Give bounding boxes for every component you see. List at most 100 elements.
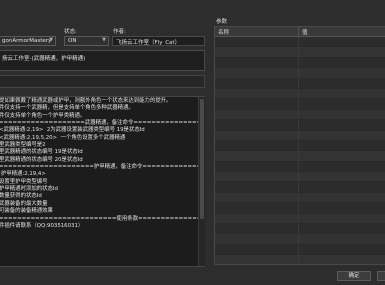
description-value: 扬云工作室-(武器精通，护甲精通) (2, 56, 86, 62)
ok-button[interactable]: 确定 (337, 271, 371, 281)
param-value-cell (299, 172, 385, 181)
params-table-row[interactable] (215, 255, 385, 264)
chevron-down-icon: ▼ (102, 37, 106, 43)
state-value: ON (68, 38, 77, 44)
help-text-line: 可装备的装备精通效果 (0, 208, 53, 215)
params-table[interactable]: 名称 值 (214, 26, 385, 265)
param-value-cell (299, 255, 385, 264)
plugin-name-combo[interactable]: gonArmorMastery ▼ (0, 36, 56, 46)
param-name-cell (215, 68, 299, 78)
params-table-row[interactable] (215, 47, 385, 58)
param-name-cell (215, 192, 299, 203)
help-scrollbar[interactable] (198, 97, 205, 266)
param-value-cell (299, 203, 385, 212)
author-field[interactable]: 飞扬云工作室（Fly_Cat） (112, 36, 205, 46)
column-header-name[interactable]: 名称 (215, 27, 299, 36)
state-combo[interactable]: ON ▼ (64, 36, 109, 46)
param-value-cell (299, 193, 385, 202)
param-name-cell (215, 109, 299, 120)
param-name-cell (215, 234, 299, 244)
param-value-cell (299, 58, 385, 67)
params-table-row[interactable] (215, 244, 385, 256)
param-value-cell (299, 234, 385, 243)
params-table-row[interactable] (215, 88, 385, 100)
help-text: 提如果佩戴了精通武器或护甲，则额外角色一个状态来达到能力的提升。 件仅支持一个武器… (0, 98, 204, 230)
param-value-cell (299, 47, 385, 56)
param-name-cell (215, 47, 299, 57)
param-name-cell (215, 57, 299, 68)
params-table-row[interactable] (215, 172, 385, 183)
params-table-row[interactable] (215, 68, 385, 79)
description-bar (0, 75, 205, 88)
params-table-body (215, 37, 385, 264)
params-table-row[interactable] (215, 57, 385, 69)
help-text-line: <武器精通:2,19,5,20> 一个角色设置多个武器精通 (0, 134, 126, 141)
param-name-cell (215, 224, 299, 234)
params-table-row[interactable] (215, 192, 385, 204)
param-value-cell (299, 110, 385, 119)
state-label: 状态: (64, 29, 77, 35)
help-text-area[interactable]: 提如果佩戴了精通武器或护甲，则额外角色一个状态来达到能力的提升。 件仅支持一个武器… (0, 96, 205, 267)
param-name-cell (215, 140, 299, 151)
chevron-down-icon: ▼ (49, 37, 53, 43)
author-value: 飞扬云工作室（Fly_Cat） (116, 40, 181, 46)
param-value-cell (299, 37, 385, 46)
help-text-line: 里武器精通的状态编号 20是状态Id (0, 156, 83, 163)
param-name-cell (215, 255, 299, 264)
param-value-cell (299, 214, 385, 223)
params-table-header: 名称 值 (215, 27, 385, 37)
plugin-name-value: gonArmorMastery (2, 38, 52, 44)
param-value-cell (299, 99, 385, 108)
author-label: 作者: (113, 29, 126, 35)
cancel-button[interactable] (377, 271, 385, 281)
help-text-line: 里武器精通的状态编号 19是状态Id (0, 149, 83, 156)
param-value-cell (299, 68, 385, 77)
param-name-cell (215, 203, 299, 213)
help-text-line: :护甲精通:2,19,4> (0, 171, 46, 178)
params-table-row[interactable] (215, 213, 385, 225)
param-name-cell (215, 130, 299, 140)
param-name-cell (215, 161, 299, 172)
param-name-cell (215, 244, 299, 255)
description-field[interactable]: 扬云工作室-(武器精通，护甲精通) (0, 50, 205, 71)
param-name-cell (215, 99, 299, 109)
param-value-cell (299, 131, 385, 140)
help-text-line: 件仅支持一个武器精，但是支持单个角色多种武器精通。 (0, 105, 134, 112)
help-text-line: 件仅支持单个角色一个护甲类精通。 (0, 112, 86, 119)
params-table-row[interactable] (215, 130, 385, 141)
param-value-cell (299, 162, 385, 171)
param-name-cell (215, 151, 299, 161)
params-table-row[interactable] (215, 161, 385, 173)
param-name-cell (215, 213, 299, 224)
param-name-cell (215, 78, 299, 88)
help-text-line: 件插件请联系（QQ:903516031） (0, 222, 84, 229)
params-title: 参数 (216, 19, 228, 25)
param-name-cell (215, 182, 299, 192)
params-table-row[interactable] (215, 78, 385, 89)
param-name-cell (215, 172, 299, 182)
param-value-cell (299, 151, 385, 160)
params-table-row[interactable] (215, 224, 385, 235)
help-text-line: 数量获得的状态Id (0, 193, 42, 200)
column-header-value[interactable]: 值 (299, 27, 385, 36)
param-value-cell (299, 89, 385, 98)
param-value-cell (299, 224, 385, 233)
param-name-cell (215, 120, 299, 130)
param-value-cell (299, 120, 385, 129)
help-text-line: ==========================使用条款==========… (0, 215, 204, 222)
params-table-row[interactable] (215, 234, 385, 245)
params-table-row[interactable] (215, 203, 385, 214)
params-table-row[interactable] (215, 99, 385, 110)
params-table-row[interactable] (215, 109, 385, 121)
param-value-cell (299, 79, 385, 88)
param-value-cell (299, 245, 385, 254)
params-table-row[interactable] (215, 120, 385, 131)
params-table-row[interactable] (215, 182, 385, 193)
params-table-row[interactable] (215, 37, 385, 48)
help-scrollbar-thumb[interactable] (200, 99, 204, 219)
param-value-cell (299, 141, 385, 150)
help-text-line: <武器精通:2,19> 2为武器设置装武器类型编号 19是状态Id (0, 127, 145, 134)
param-name-cell (215, 88, 299, 99)
params-table-row[interactable] (215, 151, 385, 162)
params-table-row[interactable] (215, 140, 385, 152)
